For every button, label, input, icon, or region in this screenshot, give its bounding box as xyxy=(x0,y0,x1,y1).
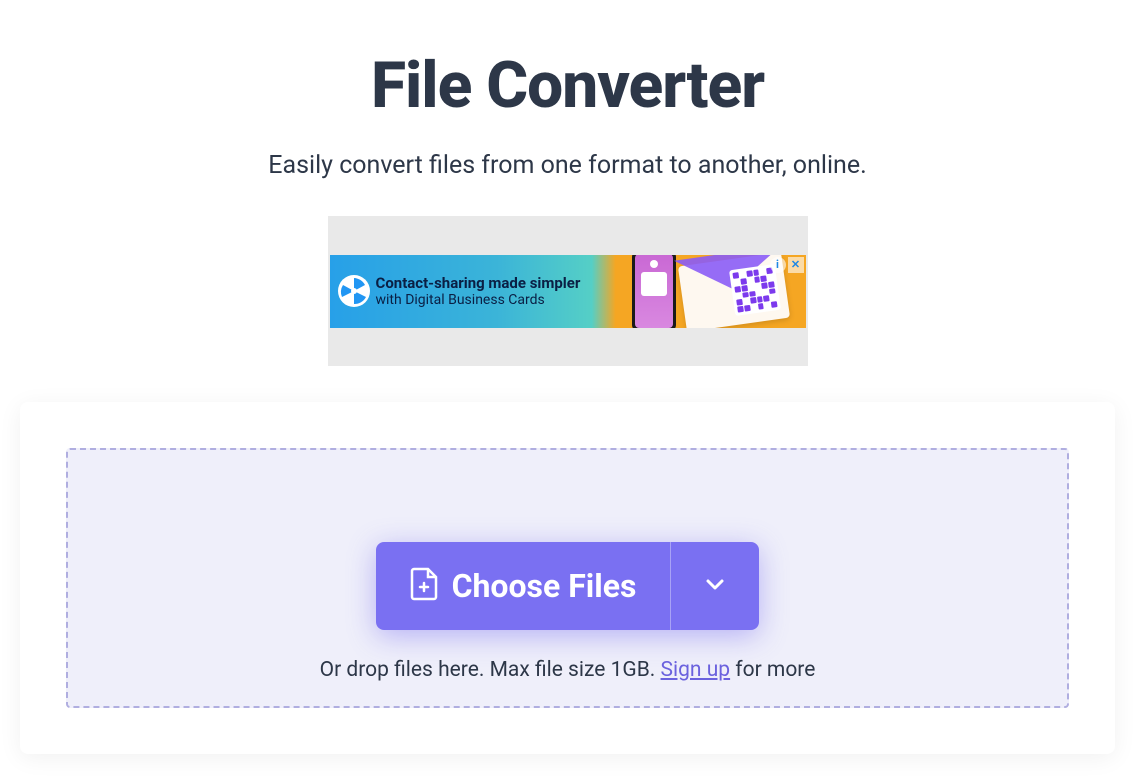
ad-close-icon[interactable]: ✕ xyxy=(788,257,804,273)
drop-hint: Or drop files here. Max file size 1GB. S… xyxy=(320,658,816,682)
fan-icon xyxy=(338,275,370,307)
drop-hint-suffix: for more xyxy=(730,658,815,682)
phone-icon xyxy=(632,255,676,328)
signup-link[interactable]: Sign up xyxy=(661,658,731,682)
upload-panel: Choose Files Or drop files here. Max fil… xyxy=(20,402,1115,754)
ad-info-icon[interactable]: i xyxy=(770,257,786,273)
drop-hint-prefix: Or drop files here. Max file size 1GB. xyxy=(320,658,661,682)
choose-files-label: Choose Files xyxy=(452,567,637,605)
ad-subline: with Digital Business Cards xyxy=(376,292,581,309)
choose-files-button[interactable]: Choose Files xyxy=(376,542,672,630)
dropzone[interactable]: Choose Files Or drop files here. Max fil… xyxy=(66,448,1069,708)
chevron-down-icon xyxy=(703,572,727,600)
ad-banner[interactable]: Contact-sharing made simpler with Digita… xyxy=(330,255,806,328)
choose-files-group: Choose Files xyxy=(376,542,760,630)
page-title: File Converter xyxy=(0,48,1135,123)
ad-container: Contact-sharing made simpler with Digita… xyxy=(328,216,808,366)
page-subtitle: Easily convert files from one format to … xyxy=(0,151,1135,180)
file-add-icon xyxy=(410,567,438,605)
choose-files-dropdown-button[interactable] xyxy=(671,542,759,630)
ad-text: Contact-sharing made simpler with Digita… xyxy=(376,274,581,309)
ad-headline: Contact-sharing made simpler xyxy=(376,274,581,292)
